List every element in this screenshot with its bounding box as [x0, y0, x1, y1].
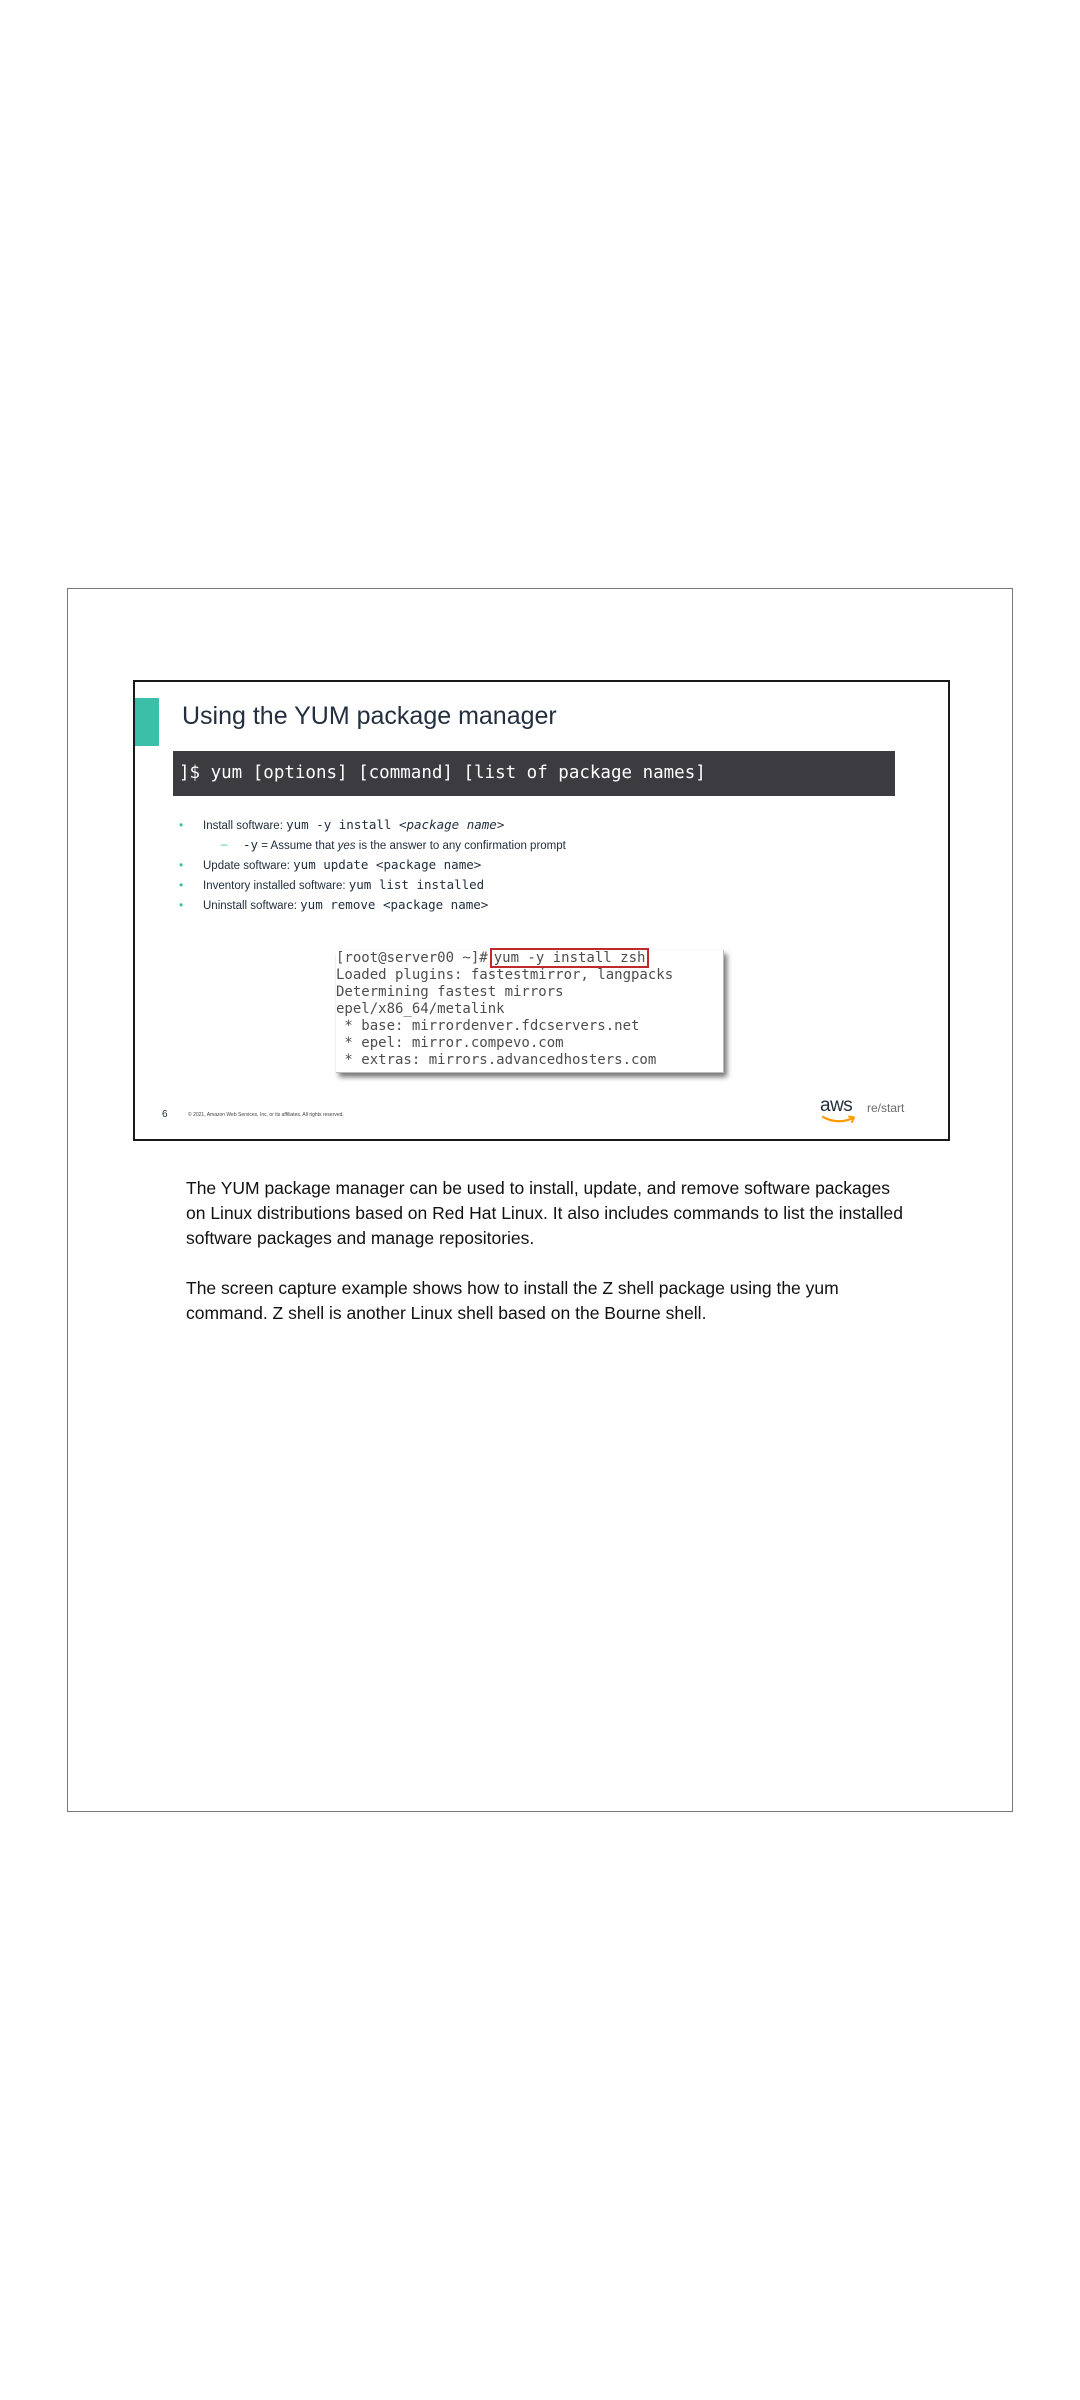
flag-desc-italic: yes — [337, 840, 356, 852]
title-accent-bar — [135, 698, 159, 746]
terminal-prompt-line: [root@server00 ~]# yum -y install zsh — [336, 948, 650, 968]
bullet-dot-icon: • — [179, 858, 184, 872]
bullet-dot-icon: • — [179, 878, 184, 892]
bullet-label: Uninstall software: — [203, 900, 301, 912]
bullet-inventory: • Inventory installed software: yum list… — [179, 875, 566, 895]
notes-paragraph: The screen capture example shows how to … — [186, 1278, 839, 1323]
terminal-output-line: Determining fastest mirrors — [336, 984, 564, 1000]
bullet-label: Inventory installed software: — [203, 880, 349, 892]
bullet-install: • Install software: yum -y install <pack… — [179, 815, 566, 835]
terminal-output-line: Loaded plugins: fastestmirror, langpacks — [336, 967, 674, 983]
terminal-prompt: [root@server00 ~]# — [336, 950, 488, 966]
copyright-notice: © 2021, Amazon Web Services, Inc. or its… — [188, 1112, 344, 1118]
bullet-command: yum update <package name> — [293, 857, 482, 872]
bullet-dot-icon: • — [179, 898, 184, 912]
bullet-label: Install software: — [203, 820, 287, 832]
slide-title: Using the YUM package manager — [182, 702, 557, 730]
command-bullet-list: • Install software: yum -y install <pack… — [179, 815, 566, 915]
slide-number: 6 — [162, 1109, 168, 1120]
terminal-output-line: * epel: mirror.compevo.com — [336, 1035, 564, 1051]
notes-paragraph: The YUM package manager can be used to i… — [186, 1178, 903, 1248]
flag-desc-before: = Assume that — [258, 840, 338, 852]
sub-bullet-dash-icon: – — [221, 839, 228, 851]
bullet-command: yum -y install — [286, 817, 399, 832]
aws-smile-icon — [822, 1115, 855, 1123]
bullet-dot-icon: • — [179, 818, 184, 832]
terminal-output-line: * base: mirrordenver.fdcservers.net — [336, 1018, 640, 1034]
bullet-label: Update software: — [203, 860, 294, 872]
aws-logo-text: aws — [820, 1095, 853, 1116]
sub-bullet-y-flag: – -y = Assume that yes is the answer to … — [179, 835, 566, 855]
flag-text: -y — [243, 837, 259, 852]
aws-logo-icon: aws — [820, 1095, 860, 1127]
slide: Using the YUM package manager ]$ yum [op… — [133, 680, 950, 1141]
bullet-update: • Update software: yum update <package n… — [179, 855, 566, 875]
highlighted-command: yum -y install zsh — [489, 948, 650, 968]
restart-logo-text: re/start — [867, 1101, 905, 1115]
bullet-uninstall: • Uninstall software: yum remove <packag… — [179, 895, 566, 915]
bullet-command-placeholder: <package name> — [398, 817, 505, 832]
terminal-screenshot: [root@server00 ~]# yum -y install zsh Loa… — [336, 948, 724, 1073]
yum-syntax-banner: ]$ yum [options] [command] [list of pack… — [173, 751, 895, 796]
terminal-output-line: * extras: mirrors.advancedhosters.com — [336, 1052, 657, 1068]
speaker-notes: The YUM package manager can be used to i… — [186, 1176, 906, 1351]
flag-desc-after: is the answer to any confirmation prompt — [355, 840, 566, 852]
terminal-output-line: epel/x86_64/metalink — [336, 1001, 505, 1017]
bullet-command: yum remove <package name> — [300, 897, 489, 912]
bullet-command: yum list installed — [348, 877, 485, 892]
